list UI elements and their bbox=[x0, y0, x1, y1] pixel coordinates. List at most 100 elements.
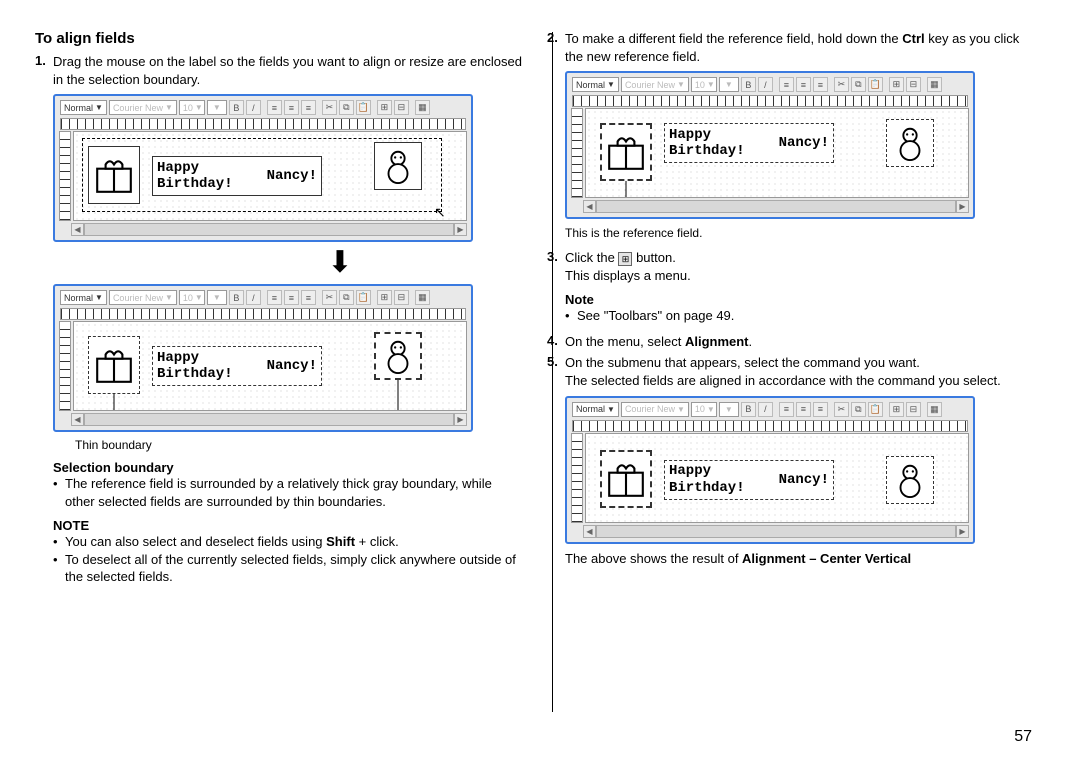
font-select: Courier New▼ bbox=[621, 402, 689, 417]
align-center-icon: ≡ bbox=[284, 290, 299, 305]
tool-icon-2: ⊟ bbox=[394, 290, 409, 305]
align-center-icon: ≡ bbox=[796, 77, 811, 92]
step-text: To make a different field the reference … bbox=[565, 30, 1037, 65]
gift-icon bbox=[93, 344, 135, 386]
note-bullet-2: To deselect all of the currently selecte… bbox=[53, 551, 525, 586]
label-canvas: Happy Birthday!Nancy! bbox=[585, 433, 969, 523]
vertical-ruler bbox=[59, 321, 71, 411]
snowman-field bbox=[374, 142, 422, 190]
font-select: Courier New▼ bbox=[109, 100, 177, 115]
font-select: Courier New▼ bbox=[109, 290, 177, 305]
gift-icon bbox=[605, 458, 647, 500]
right-column: 2. To make a different field the referen… bbox=[547, 30, 1037, 586]
snowman-icon bbox=[891, 461, 929, 499]
blank-select: ▼ bbox=[207, 100, 227, 115]
editor-toolbar: Normal▼ Courier New▼ 10▼ ▼ B / ≡ ≡ ≡ ✂ ⧉… bbox=[569, 400, 971, 419]
editor-toolbar: Normal▼ Courier New▼ 10▼ ▼ B / ≡ ≡ ≡ ✂ ⧉… bbox=[57, 98, 469, 117]
tool-icon-2: ⊟ bbox=[906, 77, 921, 92]
size-select: 10▼ bbox=[691, 77, 717, 92]
blank-select: ▼ bbox=[207, 290, 227, 305]
font-select: Courier New▼ bbox=[621, 77, 689, 92]
align-left-icon: ≡ bbox=[267, 100, 282, 115]
align-left-icon: ≡ bbox=[267, 290, 282, 305]
vertical-ruler bbox=[571, 108, 583, 198]
tool-icon: ⊞ bbox=[889, 402, 904, 417]
tool-icon-3: ▦ bbox=[927, 402, 942, 417]
selection-boundary-heading: Selection boundary bbox=[53, 460, 525, 475]
note-heading: Note bbox=[565, 292, 1037, 307]
tool-icon: ⊞ bbox=[889, 77, 904, 92]
selection-boundary-bullet: The reference field is surrounded by a r… bbox=[53, 475, 525, 510]
align-left-icon: ≡ bbox=[779, 402, 794, 417]
italic-icon: / bbox=[758, 77, 773, 92]
thin-boundary-caption: Thin boundary bbox=[75, 438, 525, 452]
step-text: On the menu, select Alignment. bbox=[565, 333, 1037, 351]
size-select: 10▼ bbox=[179, 290, 205, 305]
text-field: Happy Birthday!Nancy! bbox=[664, 460, 834, 500]
tool-icon-3: ▦ bbox=[415, 290, 430, 305]
gift-field bbox=[88, 146, 140, 204]
label-canvas: Happy Birthday!Nancy! ↖ bbox=[73, 131, 467, 221]
reference-caption: This is the reference field. bbox=[565, 225, 1037, 241]
size-select: 10▼ bbox=[691, 402, 717, 417]
align-tool-icon: ⊞ bbox=[618, 252, 632, 266]
snowman-field-reference bbox=[374, 332, 422, 380]
editor-toolbar: Normal▼ Courier New▼ 10▼ ▼ B / ≡ ≡ ≡ ✂ ⧉… bbox=[569, 75, 971, 94]
tool-icon-2: ⊟ bbox=[394, 100, 409, 115]
gift-field-reference bbox=[600, 123, 652, 181]
align-left-icon: ≡ bbox=[779, 77, 794, 92]
screenshot-alignment-result: Normal▼ Courier New▼ 10▼ ▼ B / ≡ ≡ ≡ ✂ ⧉… bbox=[565, 396, 975, 544]
step-1: 1. Drag the mouse on the label so the fi… bbox=[35, 53, 525, 88]
horizontal-ruler bbox=[60, 308, 466, 320]
italic-icon: / bbox=[246, 290, 261, 305]
cut-icon: ✂ bbox=[322, 100, 337, 115]
step-number: 5. bbox=[547, 354, 565, 389]
style-select: Normal▼ bbox=[60, 290, 107, 305]
tool-icon: ⊞ bbox=[377, 100, 392, 115]
tool-icon-3: ▦ bbox=[927, 77, 942, 92]
cut-icon: ✂ bbox=[834, 77, 849, 92]
cursor-icon: ↖ bbox=[434, 204, 446, 221]
label-canvas: Happy Birthday!Nancy! bbox=[585, 108, 969, 198]
gift-icon bbox=[605, 131, 647, 173]
paste-icon: 📋 bbox=[868, 77, 883, 92]
horizontal-scrollbar: ◀▶ bbox=[71, 413, 467, 426]
size-select: 10▼ bbox=[179, 100, 205, 115]
align-center-icon: ≡ bbox=[796, 402, 811, 417]
step-text: Drag the mouse on the label so the field… bbox=[53, 53, 525, 88]
horizontal-ruler bbox=[572, 95, 968, 107]
tool-icon-3: ▦ bbox=[415, 100, 430, 115]
text-field: Happy Birthday!Nancy! bbox=[152, 346, 322, 386]
bold-icon: B bbox=[741, 77, 756, 92]
snowman-icon bbox=[379, 147, 417, 185]
note-see-toolbars: See "Toolbars" on page 49. bbox=[565, 307, 1037, 325]
horizontal-ruler bbox=[60, 118, 466, 130]
step-number: 2. bbox=[547, 30, 565, 65]
paste-icon: 📋 bbox=[356, 100, 371, 115]
bold-icon: B bbox=[741, 402, 756, 417]
down-arrow-icon: ⬇ bbox=[155, 248, 525, 278]
blank-select: ▼ bbox=[719, 402, 739, 417]
step-3: 3. Click the ⊞ button. This displays a m… bbox=[547, 249, 1037, 284]
page-number: 57 bbox=[1014, 728, 1032, 746]
step-5: 5. On the submenu that appears, select t… bbox=[547, 354, 1037, 389]
editor-toolbar: Normal▼ Courier New▼ 10▼ ▼ B / ≡ ≡ ≡ ✂ ⧉… bbox=[57, 288, 469, 307]
italic-icon: / bbox=[758, 402, 773, 417]
copy-icon: ⧉ bbox=[851, 77, 866, 92]
note-heading: NOTE bbox=[53, 518, 525, 533]
step-number: 4. bbox=[547, 333, 565, 351]
step-number: 3. bbox=[547, 249, 565, 284]
screenshot-reference-change: Normal▼ Courier New▼ 10▼ ▼ B / ≡ ≡ ≡ ✂ ⧉… bbox=[565, 71, 975, 219]
gift-field-reference bbox=[600, 450, 652, 508]
step-text: Click the ⊞ button. This displays a menu… bbox=[565, 249, 1037, 284]
tool-icon: ⊞ bbox=[377, 290, 392, 305]
snowman-field bbox=[886, 456, 934, 504]
step-text: On the submenu that appears, select the … bbox=[565, 354, 1037, 389]
text-field: Happy Birthday!Nancy! bbox=[664, 123, 834, 163]
vertical-ruler bbox=[59, 131, 71, 221]
cut-icon: ✂ bbox=[322, 290, 337, 305]
horizontal-ruler bbox=[572, 420, 968, 432]
text-field: Happy Birthday!Nancy! bbox=[152, 156, 322, 196]
horizontal-scrollbar: ◀▶ bbox=[583, 525, 969, 538]
blank-select: ▼ bbox=[719, 77, 739, 92]
